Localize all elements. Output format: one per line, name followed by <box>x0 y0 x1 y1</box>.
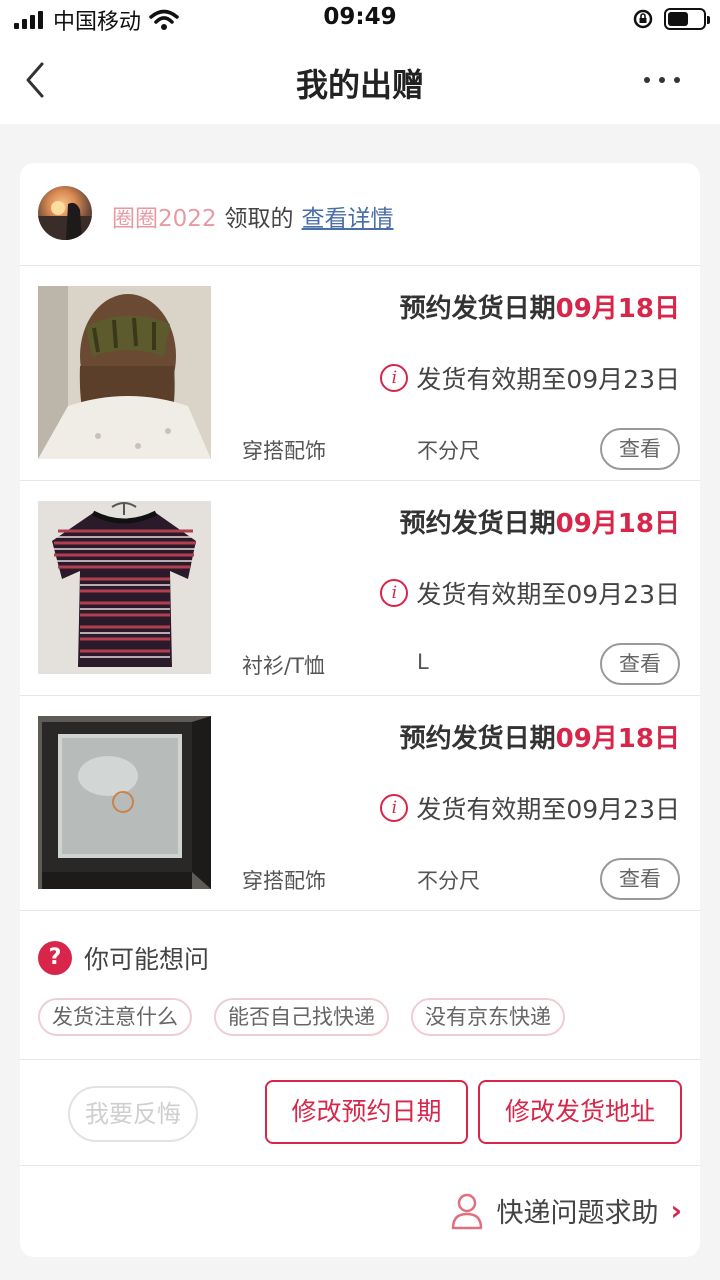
ship-date-label: 预约发货日期 <box>399 724 556 754</box>
rotation-lock-icon <box>633 9 653 29</box>
item-row: 预约发货日期09月18日 i 发货有效期至09月23日 穿搭配饰 不分尺 查看 <box>20 696 700 911</box>
person-icon <box>452 1193 483 1229</box>
faq-title-text: 你可能想问 <box>84 945 210 974</box>
valid-until-text: 发货有效期至09月23日 <box>416 365 680 394</box>
status-bar: 中国移动 09:49 <box>0 0 720 40</box>
action-bar: 我要反悔 修改预约日期 修改发货地址 <box>20 1060 700 1166</box>
receiver-username[interactable]: 圈圈2022 <box>112 199 217 233</box>
receiver-text: 圈圈2022 领取的 查看详情 <box>112 199 394 233</box>
faq-chip[interactable]: 发货注意什么 <box>38 998 192 1036</box>
courier-help-link[interactable]: 快递问题求助 › <box>450 1191 682 1230</box>
question-icon: ? <box>38 941 72 975</box>
ship-date-label: 预约发货日期 <box>399 294 556 324</box>
receiver-verb: 领取的 <box>224 206 294 232</box>
faq-chip[interactable]: 没有京东快递 <box>411 998 565 1036</box>
ship-date: 预约发货日期09月18日 <box>400 718 680 755</box>
change-address-button[interactable]: 修改发货地址 <box>478 1080 682 1144</box>
page-title: 我的出赠 <box>295 66 424 104</box>
gift-card: 圈圈2022 领取的 查看详情 预约发货日期09月18日 i 发货有效期至09月2… <box>20 163 700 1257</box>
info-icon: i <box>380 794 409 822</box>
item-image-tshirt[interactable] <box>38 501 211 674</box>
item-category: 穿搭配饰 <box>242 869 326 893</box>
receiver-row: 圈圈2022 领取的 查看详情 <box>20 163 700 266</box>
item-category: 衬衫/T恤 <box>242 654 325 678</box>
valid-until: i 发货有效期至09月23日 <box>380 575 680 611</box>
courier-help-label: 快递问题求助 <box>496 1198 659 1229</box>
item-size: 不分尺 <box>417 869 480 893</box>
valid-until-text: 发货有效期至09月23日 <box>416 795 680 824</box>
item-category: 穿搭配饰 <box>242 439 326 463</box>
item-image-hair-clip[interactable] <box>38 286 211 459</box>
view-button[interactable]: 查看 <box>600 428 680 470</box>
valid-until: i 发货有效期至09月23日 <box>380 360 680 396</box>
battery-icon <box>664 8 710 30</box>
chevron-right-icon: › <box>670 1194 682 1227</box>
faq-section: ? 你可能想问 发货注意什么 能否自己找快递 没有京东快递 <box>20 912 700 1060</box>
change-date-button[interactable]: 修改预约日期 <box>265 1080 468 1144</box>
status-right <box>632 8 710 30</box>
faq-chip[interactable]: 能否自己找快递 <box>214 998 389 1036</box>
ship-date-value: 09月18日 <box>555 724 680 754</box>
view-details-link[interactable]: 查看详情 <box>302 199 394 233</box>
valid-until-text: 发货有效期至09月23日 <box>416 580 680 609</box>
regret-button[interactable]: 我要反悔 <box>68 1086 198 1142</box>
info-icon: i <box>380 364 409 392</box>
item-size: L <box>417 650 429 674</box>
item-row: 预约发货日期09月18日 i 发货有效期至09月23日 衬衫/T恤 L 查看 <box>20 481 700 696</box>
info-icon: i <box>380 579 409 607</box>
item-image-tray[interactable] <box>38 716 211 889</box>
ship-date: 预约发货日期09月18日 <box>400 288 680 325</box>
view-button[interactable]: 查看 <box>600 643 680 685</box>
avatar[interactable] <box>38 186 92 240</box>
item-row: 预约发货日期09月18日 i 发货有效期至09月23日 穿搭配饰 不分尺 查看 <box>20 266 700 481</box>
ship-date-label: 预约发货日期 <box>399 509 556 539</box>
ship-date-value: 09月18日 <box>555 294 680 324</box>
valid-until: i 发货有效期至09月23日 <box>380 790 680 826</box>
status-time: 09:49 <box>323 4 397 30</box>
ship-date-value: 09月18日 <box>555 509 680 539</box>
item-size: 不分尺 <box>417 439 480 463</box>
faq-title: ? 你可能想问 <box>38 940 209 976</box>
more-icon[interactable] <box>644 68 680 92</box>
ship-date: 预约发货日期09月18日 <box>400 503 680 540</box>
nav-bar: 我的出赠 <box>0 40 720 124</box>
faq-chips: 发货注意什么 能否自己找快递 没有京东快递 <box>38 998 565 1036</box>
view-button[interactable]: 查看 <box>600 858 680 900</box>
